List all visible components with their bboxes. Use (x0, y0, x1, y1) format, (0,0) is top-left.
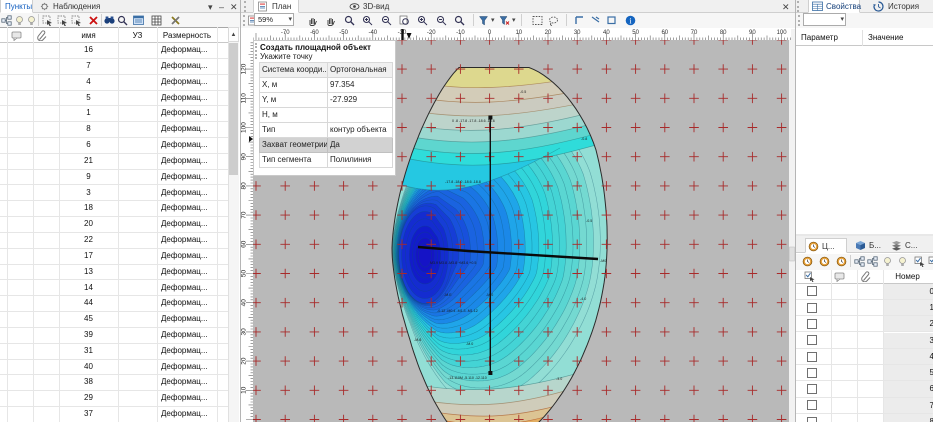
svg-text:-M.0: -M.0 (466, 342, 473, 346)
svg-text:-10: -10 (456, 30, 465, 36)
svg-text:10: 10 (515, 30, 522, 36)
svg-text:-70: -70 (281, 30, 290, 36)
svg-text:80: 80 (241, 182, 248, 190)
svg-text:40: 40 (241, 299, 248, 307)
svg-text:10: 10 (241, 386, 248, 394)
svg-text:80: 80 (720, 30, 727, 36)
svg-text:-M0: -M0 (600, 259, 606, 263)
svg-text:40: 40 (603, 30, 610, 36)
svg-text:-17.8 -18.0 -18.6 -18.8: -17.8 -18.0 -18.6 -18.8 (445, 180, 481, 184)
svg-text:-M.8: -M.8 (414, 338, 421, 342)
svg-text:100: 100 (241, 122, 248, 133)
svg-text:100: 100 (777, 30, 788, 36)
svg-text:20: 20 (241, 357, 248, 365)
svg-text:50: 50 (241, 270, 248, 278)
svg-text:20: 20 (545, 30, 552, 36)
svg-text:30: 30 (574, 30, 581, 36)
svg-text:110: 110 (241, 93, 248, 104)
svg-text:70: 70 (691, 30, 698, 36)
svg-text:30: 30 (241, 328, 248, 336)
svg-text:-4.0: -4.0 (580, 297, 586, 301)
svg-text:-40: -40 (368, 30, 377, 36)
svg-text:M3.9 M3.8 -M3.8 +M3.6 +0.5: M3.9 M3.8 -M3.8 +M3.6 +0.5 (430, 261, 476, 265)
svg-text:-50: -50 (339, 30, 348, 36)
svg-text:-3.0: -3.0 (556, 377, 562, 381)
svg-text:60: 60 (241, 240, 248, 248)
svg-text:-20: -20 (427, 30, 436, 36)
svg-text:50: 50 (632, 30, 639, 36)
svg-text:60: 60 (661, 30, 668, 36)
svg-text:-M.E: -M.E (444, 293, 452, 297)
svg-text:-0.12 -M0.4 -M1.3 -M1.12: -0.12 -M0.4 -M1.3 -M1.12 (437, 309, 478, 313)
svg-text:90: 90 (749, 30, 756, 36)
svg-text:70: 70 (241, 211, 248, 219)
svg-text:-13.110M -5.110 -12.110: -13.110M -5.110 -12.110 (448, 376, 487, 380)
svg-text:90: 90 (241, 153, 248, 161)
svg-text:120: 120 (241, 63, 248, 74)
svg-text:-0.5: -0.5 (520, 90, 526, 94)
svg-text:-M.0: -M.0 (486, 293, 493, 297)
svg-text:-0.8: -0.8 (581, 137, 587, 141)
svg-text:-0.5: -0.5 (586, 219, 592, 223)
svg-text:-60: -60 (310, 30, 319, 36)
svg-text:0 .8 -17.8 -17.8 -18.6 -18.6: 0 .8 -17.8 -17.8 -18.6 -18.6 (452, 119, 495, 123)
